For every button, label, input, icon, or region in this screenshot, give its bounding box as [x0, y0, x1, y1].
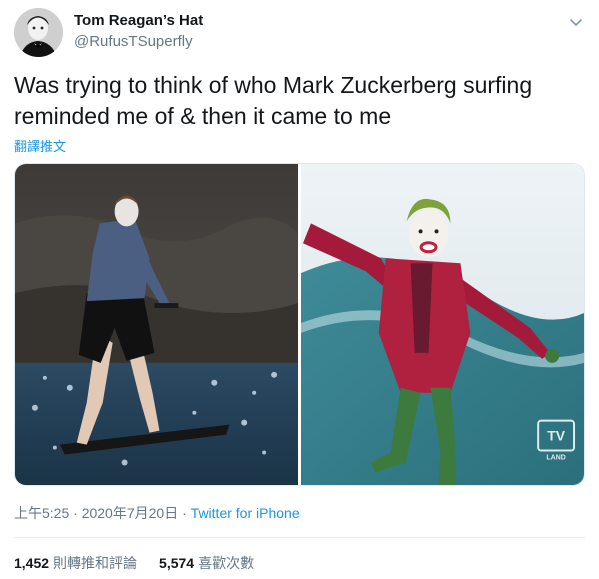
tweet-date[interactable]: 2020年7月20日 — [82, 505, 179, 521]
photo-left[interactable] — [15, 164, 298, 485]
tweet-text: Was trying to think of who Mark Zuckerbe… — [14, 72, 533, 129]
divider — [14, 537, 585, 538]
author-handle[interactable]: @RufusTSuperfly — [74, 32, 203, 52]
media-grid: TV LAND — [14, 163, 585, 486]
retweets-stat[interactable]: 1,452 則轉推和評論 — [14, 553, 137, 573]
joker-surfing-photo-icon: TV LAND — [301, 164, 584, 485]
chevron-down-icon — [570, 19, 582, 26]
author-display-name[interactable]: Tom Reagan’s Hat — [74, 12, 203, 30]
translate-tweet-link[interactable]: 翻譯推文 — [14, 136, 66, 155]
retweets-label: 則轉推和評論 — [53, 555, 138, 571]
meta-separator: · — [178, 505, 191, 521]
retweets-count: 1,452 — [14, 555, 50, 571]
author-info: Tom Reagan’s Hat @RufusTSuperfly — [74, 12, 203, 52]
likes-count: 5,574 — [159, 555, 195, 571]
likes-stat[interactable]: 5,574 喜歡次數 — [159, 553, 254, 573]
meta-separator: · — [69, 505, 82, 521]
likes-label: 喜歡次數 — [198, 555, 255, 571]
tweet-meta: 上午5:25 · 2020年7月20日 · Twitter for iPhone — [14, 503, 300, 523]
tweet-stats: 1,452 則轉推和評論 5,574 喜歡次數 — [14, 553, 254, 573]
user-avatar-icon — [14, 8, 63, 57]
tweet-source-link[interactable]: Twitter for iPhone — [191, 505, 300, 521]
svg-text:LAND: LAND — [546, 455, 565, 462]
svg-text:TV: TV — [547, 428, 566, 444]
author-avatar[interactable] — [14, 8, 63, 57]
more-options-button[interactable] — [567, 14, 585, 32]
tweet-time[interactable]: 上午5:25 — [14, 505, 69, 521]
surfing-photo-icon — [15, 164, 298, 485]
tweet-card: Tom Reagan’s Hat @RufusTSuperfly Was try… — [0, 0, 599, 579]
photo-right[interactable]: TV LAND — [301, 164, 584, 485]
